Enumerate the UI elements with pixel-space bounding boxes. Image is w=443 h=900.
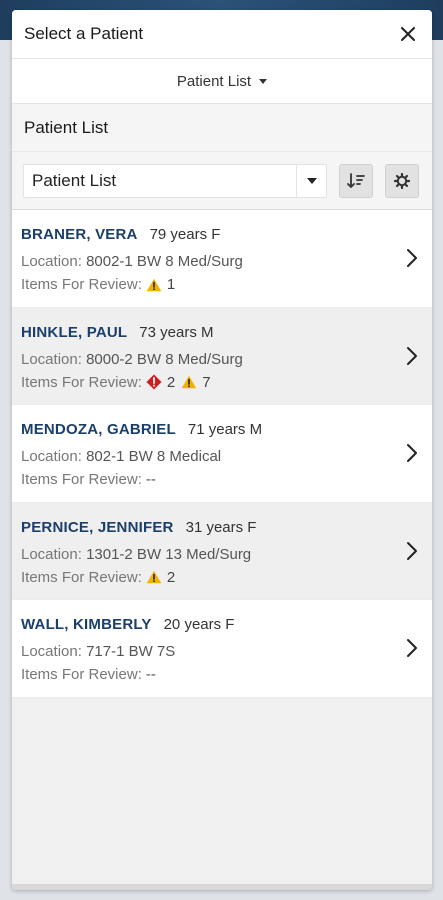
list-controls: Patient List	[12, 152, 432, 210]
dialog-title: Select a Patient	[24, 24, 144, 43]
list-type-dropdown[interactable]: Patient List	[176, 72, 268, 90]
patient-list: BRANER, VERA 79 years F Location: 8002-1 B…	[12, 210, 432, 698]
patient-name[interactable]: PERNICE, JENNIFER	[21, 519, 174, 536]
patient-name[interactable]: BRANER, VERA	[21, 226, 138, 243]
alert-count: 2	[166, 373, 176, 391]
close-button[interactable]	[396, 22, 420, 46]
review-none: --	[145, 666, 156, 683]
patient-name[interactable]: HINKLE, PAUL	[21, 324, 127, 341]
review-label: Items For Review:	[21, 568, 142, 586]
location-label: Location:	[21, 545, 82, 563]
caret-down-icon	[306, 177, 317, 184]
location-label: Location:	[21, 448, 82, 465]
review-value: --	[146, 666, 156, 683]
chevron-right-icon	[407, 444, 417, 462]
warning-icon	[146, 570, 162, 584]
chevron-right-icon	[407, 639, 417, 657]
warning-count: 7	[202, 373, 211, 391]
select-caret[interactable]	[296, 164, 326, 197]
patient-age-sex: 20 years F	[163, 616, 235, 633]
location-value: 8000-2 BW 8 Med/Surg	[86, 350, 243, 368]
caret-down-icon	[259, 78, 268, 84]
critical-alert-icon	[146, 374, 162, 390]
review-label: Items For Review:	[21, 666, 142, 683]
review-label: Items For Review:	[21, 471, 142, 488]
review-value: 1	[146, 276, 181, 293]
warning-badge: 7	[181, 373, 211, 391]
review-label: Items For Review:	[21, 373, 142, 391]
close-icon	[401, 27, 415, 41]
items-for-review: Items For Review: --	[21, 471, 420, 488]
patient-list-select[interactable]: Patient List	[23, 163, 327, 198]
patient-age-sex: 73 years M	[139, 323, 214, 341]
gear-icon	[394, 172, 410, 189]
list-type-label: Patient List	[176, 72, 252, 90]
section-header: Patient List	[12, 104, 432, 152]
patient-location: Location: 717-1 BW 7S	[21, 643, 420, 660]
patient-age-sex: 31 years F	[185, 518, 257, 536]
patient-age-sex: 71 years M	[187, 421, 263, 438]
patient-row[interactable]: HINKLE, PAUL 73 years M Location: 8000-2 B…	[12, 307, 432, 405]
patient-row[interactable]: PERNICE, JENNIFER 31 years F Location: 130…	[12, 502, 432, 600]
patient-name[interactable]: WALL, KIMBERLY	[21, 616, 152, 633]
warning-badge: 1	[146, 276, 175, 293]
sort-button[interactable]	[339, 163, 373, 198]
patient-row[interactable]: BRANER, VERA 79 years F Location: 8002-1 B…	[12, 210, 432, 308]
items-for-review: Items For Review: 1	[21, 276, 420, 293]
review-value: 2	[146, 569, 181, 586]
location-value: 802-1 BW 8 Medical	[86, 448, 222, 465]
patient-age-sex: 79 years F	[149, 226, 221, 243]
location-value: 1301-2 BW 13 Med/Surg	[86, 545, 252, 563]
warning-count: 2	[166, 568, 176, 586]
items-for-review: Items For Review: 2 7	[21, 374, 420, 391]
select-patient-dialog: Select a Patient Patient List Patient Li…	[12, 10, 432, 890]
review-label: Items For Review:	[21, 276, 142, 293]
patient-location: Location: 8002-1 BW 8 Med/Surg	[21, 253, 420, 270]
patient-row[interactable]: WALL, KIMBERLY 20 years F Location: 717-1 …	[12, 600, 432, 698]
review-value: --	[146, 471, 156, 488]
patient-location: Location: 1301-2 BW 13 Med/Surg	[21, 546, 420, 563]
review-none: --	[145, 471, 156, 488]
settings-button[interactable]	[385, 163, 419, 198]
location-value: 8002-1 BW 8 Med/Surg	[86, 253, 243, 270]
review-value: 27	[146, 374, 217, 391]
warning-icon	[181, 375, 197, 389]
warning-badge: 2	[146, 569, 175, 586]
section-title: Patient List	[24, 117, 109, 137]
warning-count: 1	[166, 276, 176, 293]
items-for-review: Items For Review: 2	[21, 569, 420, 586]
location-value: 717-1 BW 7S	[86, 643, 176, 660]
chevron-right-icon	[407, 249, 417, 267]
warning-icon	[146, 278, 162, 291]
patient-list-select-value: Patient List	[32, 170, 117, 190]
items-for-review: Items For Review: --	[21, 666, 420, 683]
patient-location: Location: 802-1 BW 8 Medical	[21, 448, 420, 465]
patient-name[interactable]: MENDOZA, GABRIEL	[21, 421, 176, 438]
dialog-footer	[12, 884, 432, 890]
sort-icon	[347, 172, 365, 188]
location-label: Location:	[21, 253, 82, 270]
patient-row[interactable]: MENDOZA, GABRIEL 71 years M Location: 802-…	[12, 405, 432, 503]
patient-location: Location: 8000-2 BW 8 Med/Surg	[21, 351, 420, 368]
chevron-right-icon	[407, 346, 417, 365]
chevron-right-icon	[407, 541, 417, 560]
list-type-bar: Patient List	[12, 59, 432, 104]
location-label: Location:	[21, 350, 82, 368]
location-label: Location:	[21, 643, 82, 660]
dialog-header: Select a Patient	[12, 10, 432, 59]
alert-badge: 2	[146, 374, 175, 391]
